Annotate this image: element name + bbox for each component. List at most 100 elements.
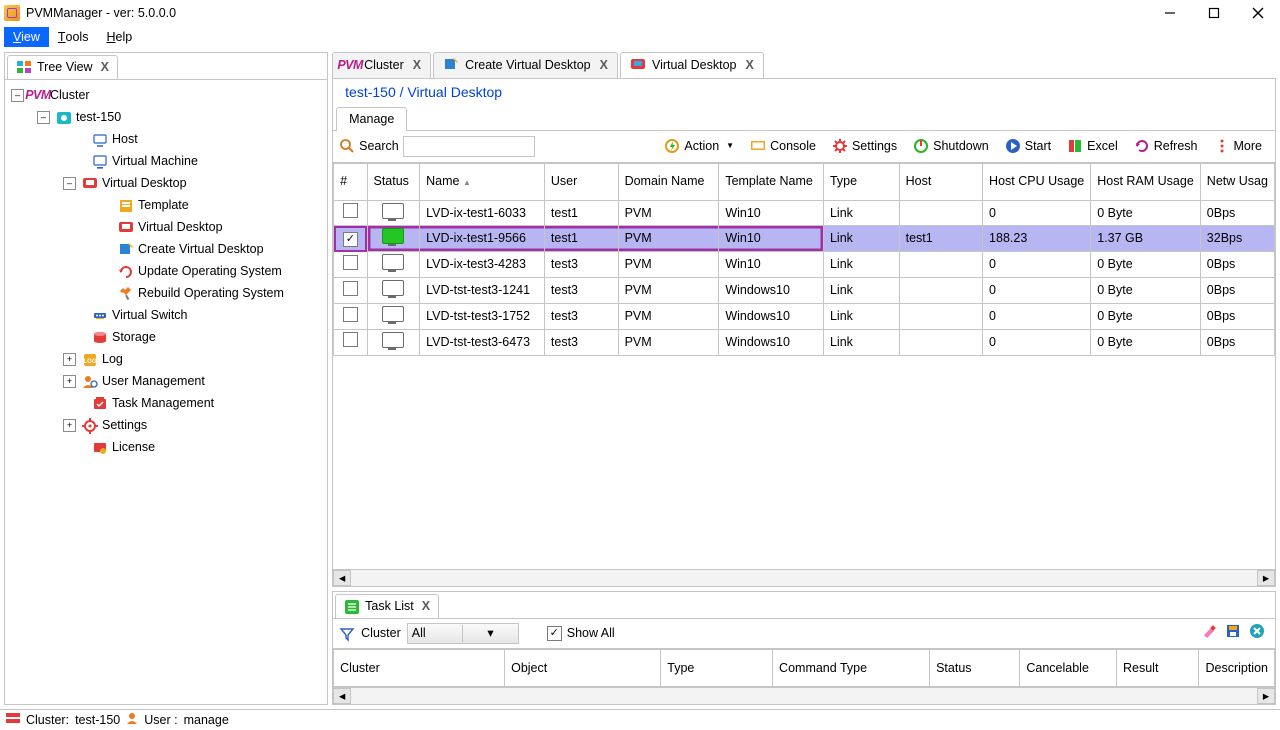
- tree-toggle-cluster[interactable]: –: [11, 89, 24, 102]
- menu-tools[interactable]: Tools: [49, 27, 98, 48]
- table-row[interactable]: LVD-ix-test3-4283test3PVMWin10Link00 Byt…: [334, 252, 1275, 278]
- excel-button[interactable]: Excel: [1060, 135, 1125, 158]
- tab-vd-close[interactable]: X: [746, 57, 754, 74]
- col-domain[interactable]: Domain Name: [618, 163, 719, 200]
- cluster-filter-combo[interactable]: All ▾: [407, 623, 519, 644]
- console-button[interactable]: Console: [743, 135, 823, 158]
- save-button[interactable]: [1225, 623, 1241, 644]
- breadcrumb: test-150 / Virtual Desktop: [333, 79, 1275, 104]
- tree-item-update-os[interactable]: Update Operating System: [138, 263, 282, 280]
- tab-vd[interactable]: Virtual Desktop X: [620, 52, 764, 79]
- task-col-result[interactable]: Result: [1116, 650, 1198, 687]
- tree-item-user-mgmt[interactable]: User Management: [102, 373, 205, 390]
- row-checkbox[interactable]: ✓: [343, 232, 358, 247]
- tree-item-host[interactable]: Host: [112, 131, 138, 148]
- subtab-manage[interactable]: Manage: [336, 107, 407, 131]
- more-button[interactable]: More: [1207, 135, 1269, 158]
- tab-cluster[interactable]: PVM Cluster X: [332, 52, 431, 79]
- tree-toggle-settings[interactable]: +: [63, 419, 76, 432]
- row-checkbox[interactable]: [343, 281, 358, 296]
- tree-item-vm[interactable]: Virtual Machine: [112, 153, 198, 170]
- tree-item-license[interactable]: License: [112, 439, 155, 456]
- col-type[interactable]: Type: [823, 163, 899, 200]
- row-checkbox[interactable]: [343, 332, 358, 347]
- tree-host-node[interactable]: test-150: [76, 109, 121, 126]
- col-status[interactable]: Status: [367, 163, 420, 200]
- col-template[interactable]: Template Name: [719, 163, 824, 200]
- pvm-icon: PVM: [29, 88, 47, 104]
- tab-create-vd[interactable]: Create Virtual Desktop X: [433, 52, 618, 79]
- tree-cluster[interactable]: Cluster: [50, 87, 90, 104]
- col-check[interactable]: #: [334, 163, 367, 200]
- tree-item-task-mgmt[interactable]: Task Management: [112, 395, 214, 412]
- tree-view-tab-close[interactable]: X: [101, 59, 109, 76]
- task-col-cluster[interactable]: Cluster: [334, 650, 505, 687]
- tree-view-tab[interactable]: Tree View X: [7, 55, 118, 79]
- task-scroll-right[interactable]: ▸: [1257, 688, 1275, 704]
- settings-button[interactable]: Settings: [825, 135, 904, 158]
- task-scroll-left[interactable]: ◂: [333, 688, 351, 704]
- grid-hscroll[interactable]: ◂ ▸: [333, 569, 1275, 586]
- task-col-object[interactable]: Object: [505, 650, 661, 687]
- table-row[interactable]: ✓LVD-ix-test1-9566test1PVMWin10Linktest1…: [334, 226, 1275, 252]
- show-all-checkbox[interactable]: ✓ Show All: [547, 625, 615, 642]
- tree-item-template[interactable]: Template: [138, 197, 189, 214]
- row-checkbox[interactable]: [343, 203, 358, 218]
- shutdown-button[interactable]: Shutdown: [906, 135, 996, 158]
- tree-toggle-user-mgmt[interactable]: +: [63, 375, 76, 388]
- menu-help[interactable]: Help: [97, 27, 141, 48]
- sub-tabstrip: Manage: [333, 106, 1275, 131]
- search-input[interactable]: [403, 136, 535, 157]
- col-host-ram[interactable]: Host RAM Usage: [1091, 163, 1201, 200]
- row-checkbox[interactable]: [343, 255, 358, 270]
- tree-item-vd[interactable]: Virtual Desktop: [102, 175, 187, 192]
- tree-toggle-vd[interactable]: –: [63, 177, 76, 190]
- task-col-cmdtype[interactable]: Command Type: [773, 650, 930, 687]
- row-checkbox[interactable]: [343, 307, 358, 322]
- tree-item-log[interactable]: Log: [102, 351, 123, 368]
- table-row[interactable]: LVD-tst-test3-1241test3PVMWindows10Link0…: [334, 278, 1275, 304]
- col-host[interactable]: Host: [899, 163, 982, 200]
- tree-item-vswitch[interactable]: Virtual Switch: [112, 307, 188, 324]
- tab-cluster-label: Cluster: [364, 57, 404, 74]
- grid-scroll[interactable]: # Status Name ▲ User Domain Name Templat…: [333, 163, 1275, 570]
- col-net[interactable]: Netw Usag: [1200, 163, 1274, 200]
- cancel-task-button[interactable]: [1249, 623, 1265, 644]
- cell-user: test3: [544, 329, 618, 355]
- close-button[interactable]: [1236, 0, 1280, 26]
- tree-toggle-log[interactable]: +: [63, 353, 76, 366]
- col-user[interactable]: User: [544, 163, 618, 200]
- tree-item-create-vd[interactable]: Create Virtual Desktop: [138, 241, 264, 258]
- action-button[interactable]: Action ▼: [657, 135, 741, 158]
- task-col-status[interactable]: Status: [930, 650, 1020, 687]
- cell-name: LVD-ix-test3-4283: [420, 252, 545, 278]
- col-name[interactable]: Name ▲: [420, 163, 545, 200]
- chevron-down-icon: ▼: [726, 141, 734, 152]
- task-hscroll[interactable]: ◂ ▸: [333, 687, 1275, 704]
- tab-create-vd-close[interactable]: X: [600, 57, 608, 74]
- task-col-desc[interactable]: Description: [1199, 650, 1275, 687]
- col-host-cpu[interactable]: Host CPU Usage: [983, 163, 1091, 200]
- minimize-button[interactable]: [1148, 0, 1192, 26]
- menu-view[interactable]: View: [4, 27, 49, 48]
- maximize-button[interactable]: [1192, 0, 1236, 26]
- task-col-type[interactable]: Type: [661, 650, 773, 687]
- tree-item-vd2[interactable]: Virtual Desktop: [138, 219, 223, 236]
- task-list-tab[interactable]: Task List X: [335, 594, 439, 618]
- tree-item-storage[interactable]: Storage: [112, 329, 156, 346]
- table-row[interactable]: LVD-tst-test3-1752test3PVMWindows10Link0…: [334, 304, 1275, 330]
- tree-item-settings[interactable]: Settings: [102, 417, 147, 434]
- tab-cluster-close[interactable]: X: [413, 57, 421, 74]
- task-list-tab-close[interactable]: X: [422, 598, 430, 615]
- start-button[interactable]: Start: [998, 135, 1058, 158]
- tree-toggle-host-node[interactable]: –: [37, 111, 50, 124]
- task-col-cancelable[interactable]: Cancelable: [1020, 650, 1117, 687]
- scroll-left-arrow[interactable]: ◂: [333, 570, 351, 586]
- tree-item-rebuild-os[interactable]: Rebuild Operating System: [138, 285, 284, 302]
- scroll-right-arrow[interactable]: ▸: [1257, 570, 1275, 586]
- refresh-button[interactable]: Refresh: [1127, 135, 1205, 158]
- table-row[interactable]: LVD-tst-test3-6473test3PVMWindows10Link0…: [334, 329, 1275, 355]
- tree[interactable]: – PVM Cluster – test-150 Host V: [5, 80, 327, 704]
- clear-button[interactable]: [1201, 623, 1217, 644]
- table-row[interactable]: LVD-ix-test1-6033test1PVMWin10Link00 Byt…: [334, 200, 1275, 226]
